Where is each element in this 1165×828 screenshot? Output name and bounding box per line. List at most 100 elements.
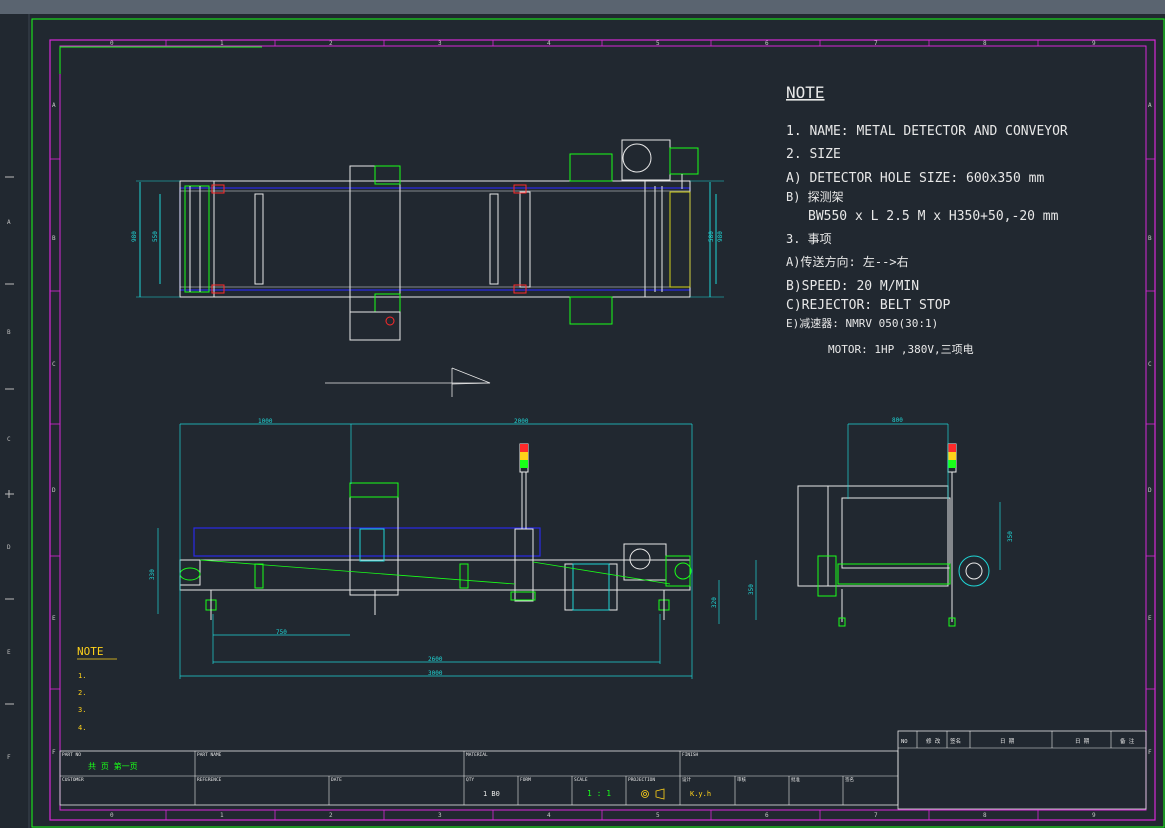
cad-drawing-canvas[interactable]: 0 1 2 3 4 5 6 7 8 9 0 1 2 3 4 5 6 7 8 9 …: [30, 14, 1165, 828]
qty-value: 1 B0: [483, 790, 500, 798]
projection-symbol-icon: [641, 788, 665, 800]
left-ruler-mark: A: [7, 219, 11, 226]
zone-col-number: 3: [438, 40, 442, 47]
zone-col-number: 8: [983, 812, 987, 819]
rev-header: 签名: [950, 737, 961, 745]
left-ruler-mark: B: [7, 329, 11, 336]
dim-3000: 3000: [428, 670, 443, 677]
dim-2000: 2000: [514, 418, 529, 425]
zone-col-number: 5: [656, 40, 660, 47]
top-view-conveyor[interactable]: [136, 139, 724, 341]
zone-col-number: 0: [110, 812, 114, 819]
zone-col-number: 2: [329, 40, 333, 47]
scale-value: 1 : 1: [587, 789, 611, 798]
label-qty: QTY: [466, 777, 474, 783]
dim-top-580: 580: [708, 231, 715, 242]
label-part-no: PART NO: [62, 752, 81, 758]
label-scale: SCALE: [574, 777, 588, 783]
zone-row-letter: E: [52, 615, 56, 622]
title-block: PART NO PART NAME MATERIAL FINISH CUSTOM…: [59, 750, 899, 806]
zone-col-number: 1: [220, 40, 224, 47]
label-check: 审核: [737, 776, 746, 783]
dim-750: 750: [276, 629, 287, 636]
label-finish: FINISH: [682, 752, 699, 758]
zone-row-letter: D: [1148, 487, 1152, 494]
label-drawn: 设计: [682, 776, 691, 783]
revision-table: NO 修 改 签名 日 期 日 期 备 注: [897, 730, 1147, 810]
zone-row-letter: B: [52, 235, 56, 242]
note-line: A) DETECTOR HOLE SIZE: 600x350 mm: [786, 171, 1044, 186]
left-ruler-mark: C: [7, 436, 11, 443]
direction-arrow-symbol: [325, 367, 491, 397]
label-sign: 签名: [845, 776, 854, 783]
rev-header: NO: [901, 739, 908, 745]
zone-row-letter: A: [1148, 102, 1152, 109]
left-ruler-mark: F: [7, 754, 11, 761]
zone-row-letter: C: [1148, 361, 1152, 368]
label-date: DATE: [331, 777, 342, 783]
zone-col-number: 4: [547, 812, 551, 819]
left-ruler: A B C D E F: [5, 14, 30, 828]
small-note-item: 1.: [78, 672, 86, 680]
note-line: C)REJECTOR: BELT STOP: [786, 298, 951, 313]
dim-350: 350: [748, 584, 755, 595]
zone-col-number: 9: [1092, 40, 1096, 47]
zone-row-letter: C: [52, 361, 56, 368]
label-reference: REFERENCE: [197, 777, 222, 783]
zone-col-number: 0: [110, 40, 114, 47]
side-view-conveyor[interactable]: [157, 423, 757, 679]
zone-row-letter: A: [52, 102, 56, 109]
small-note-item: 3.: [78, 706, 86, 714]
sheet-outer-frame: [31, 18, 1165, 828]
title-bar: [0, 0, 1165, 14]
end-view-detector[interactable]: [797, 423, 1001, 627]
dim-end-350: 350: [1007, 531, 1014, 542]
small-note-item: 4.: [78, 724, 86, 732]
zone-col-number: 1: [220, 812, 224, 819]
rev-header: 日 期: [1000, 738, 1015, 745]
zone-col-number: 3: [438, 812, 442, 819]
note-line: 2. SIZE: [786, 147, 841, 162]
note-title: NOTE: [786, 83, 825, 102]
designer-value: K.y.h: [690, 790, 711, 798]
label-part-name: PART NAME: [197, 752, 222, 758]
rev-header: 备 注: [1120, 737, 1135, 745]
dim-330: 330: [149, 569, 156, 580]
label-customer: CUSTOMER: [62, 777, 84, 783]
left-ruler-mark: D: [7, 544, 11, 551]
note-line: BW550 x L 2.5 M x H350+50,-20 mm: [808, 209, 1059, 224]
rev-header: 修 改: [926, 737, 941, 745]
zone-col-number: 8: [983, 40, 987, 47]
zone-col-number: 9: [1092, 812, 1096, 819]
dim-1000: 1000: [258, 418, 273, 425]
zone-col-number: 2: [329, 812, 333, 819]
dim-top-980-left: 980: [131, 231, 138, 242]
left-ruler-mark: E: [7, 649, 11, 656]
zone-col-number: 6: [765, 40, 769, 47]
small-note-item: 2.: [78, 689, 86, 697]
zone-col-number: 7: [874, 40, 878, 47]
small-note-block: NOTE 1. 2. 3. 4.: [77, 645, 117, 732]
zone-row-letter: F: [52, 749, 56, 756]
dim-top-550: 550: [152, 231, 159, 242]
zone-col-number: 5: [656, 812, 660, 819]
note-line: E)减速器: NMRV 050(30:1): [786, 317, 938, 330]
border-frame: [49, 39, 1156, 821]
note-line: B) 探测架: [786, 190, 844, 204]
rev-header: 日 期: [1075, 738, 1090, 745]
pages-value: 共 页 第一页: [88, 761, 138, 771]
label-approve: 批准: [791, 776, 800, 783]
note-line: B)SPEED: 20 M/MIN: [786, 279, 919, 294]
zone-row-letter: E: [1148, 615, 1152, 622]
zone-col-number: 6: [765, 812, 769, 819]
dim-320: 320: [711, 597, 718, 608]
note-line: 3. 事项: [786, 232, 832, 246]
label-form: FORM: [520, 777, 531, 783]
label-projection: PROJECTION: [628, 777, 655, 783]
zone-col-number: 7: [874, 812, 878, 819]
zone-row-letter: B: [1148, 235, 1152, 242]
note-line: MOTOR: 1HP ,380V,三项电: [828, 343, 974, 356]
zone-col-number: 4: [547, 40, 551, 47]
note-block: NOTE 1. NAME: METAL DETECTOR AND CONVEYO…: [786, 83, 1068, 356]
dim-end-800: 800: [892, 417, 903, 424]
